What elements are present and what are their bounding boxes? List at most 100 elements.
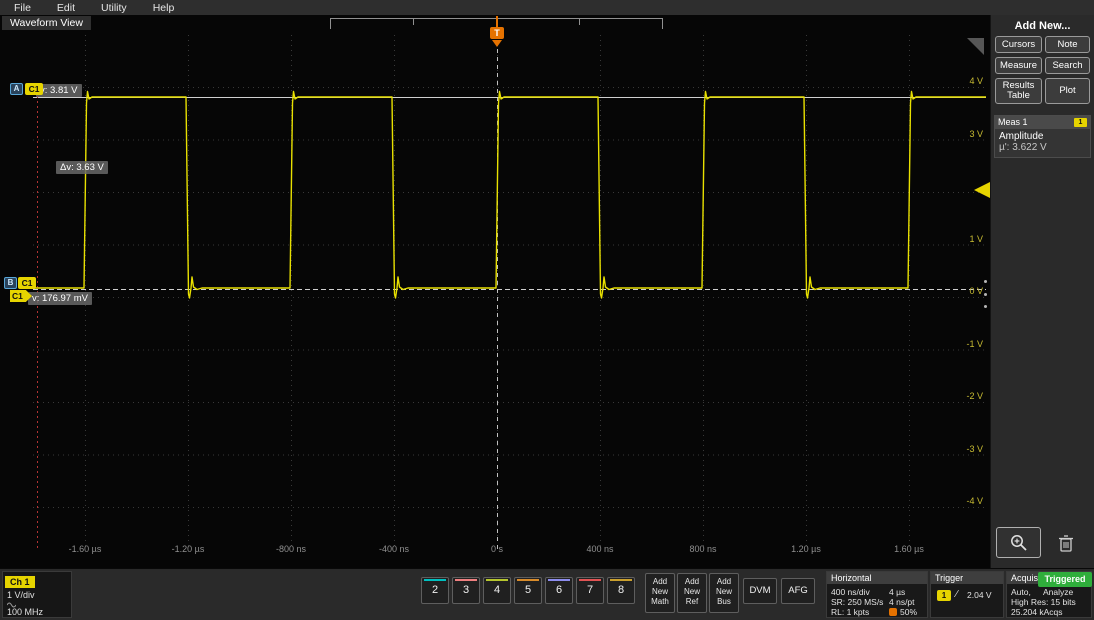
channel-8-color — [610, 579, 632, 581]
cursors-button[interactable]: Cursors — [995, 36, 1042, 53]
magnifier-icon — [1009, 533, 1029, 553]
channel-8-label: 8 — [618, 584, 624, 596]
add-math-line1: Add — [646, 577, 674, 587]
dvm-button[interactable]: DVM — [743, 578, 777, 604]
horizontal-window: 4 µs — [889, 587, 905, 597]
x-axis-label: 0 s — [462, 544, 532, 554]
trigger-level-arrow[interactable] — [974, 182, 990, 198]
graticule — [33, 35, 986, 549]
horizontal-badge-panel[interactable]: Horizontal 400 ns/div 4 µs SR: 250 MS/s … — [826, 571, 928, 618]
meas1-source-chip: 1 — [1074, 118, 1087, 127]
y-axis-label: -3 V — [966, 444, 983, 454]
x-axis-label: 1.60 µs — [874, 544, 944, 554]
channel-2-button[interactable]: 2 — [421, 577, 449, 604]
settings-bar: Ch 1 1 V/div 100 MHz 2 3 4 5 6 7 — [0, 568, 1094, 620]
note-button[interactable]: Note — [1045, 36, 1090, 53]
trigger-status-badge: Triggered — [1038, 572, 1092, 587]
channel-6-button[interactable]: 6 — [545, 577, 573, 604]
add-bus-line1: Add — [710, 577, 738, 587]
trigger-position-marker[interactable]: T — [490, 27, 504, 39]
cursor-b-channel-badge[interactable]: C1 — [18, 277, 36, 289]
channel-6-color — [548, 579, 570, 581]
horizontal-record-length: RL: 1 kpts — [831, 607, 869, 617]
waveform-plot[interactable] — [0, 15, 990, 568]
menu-file[interactable]: File — [14, 2, 31, 14]
meas1-body: Amplitude µ': 3.622 V — [995, 129, 1090, 157]
add-new-panel: Add New... Cursors Note Measure Search R… — [990, 15, 1094, 568]
acquisition-mode: Auto, — [1011, 587, 1031, 597]
ruler-tick — [330, 19, 331, 29]
measure-button[interactable]: Measure — [995, 57, 1042, 74]
add-math-line2: New — [646, 587, 674, 597]
ch1-trace[interactable] — [33, 92, 986, 299]
y-axis-label: -1 V — [966, 339, 983, 349]
menu-edit[interactable]: Edit — [57, 2, 75, 14]
trigger-title: Trigger — [931, 572, 1003, 584]
cursor-a-channel-badge[interactable]: C1 — [25, 83, 43, 95]
trigger-badge-panel[interactable]: Trigger 1 ∕ 2.04 V — [930, 571, 1004, 618]
channel-4-color — [486, 579, 508, 581]
channel-3-button[interactable]: 3 — [452, 577, 480, 604]
x-axis-label: -400 ns — [359, 544, 429, 554]
horizontal-position: 50% — [889, 607, 917, 617]
trash-button[interactable] — [1049, 529, 1083, 557]
channel-5-button[interactable]: 5 — [514, 577, 542, 604]
add-new-math-button[interactable]: Add New Math — [645, 573, 675, 613]
menu-utility[interactable]: Utility — [101, 2, 127, 14]
y-axis-label: 1 V — [969, 234, 983, 244]
x-axis-label: 400 ns — [565, 544, 635, 554]
afg-button[interactable]: AFG — [781, 578, 815, 604]
ruler-tick — [579, 19, 580, 25]
horizontal-scale: 400 ns/div — [831, 587, 870, 597]
ch1-scale: 1 V/div — [7, 590, 71, 600]
y-axis-label: 3 V — [969, 129, 983, 139]
y-axis-label: 4 V — [969, 76, 983, 86]
meas1-header: Meas 1 1 — [995, 116, 1090, 129]
channel-2-label: 2 — [432, 584, 438, 596]
plot-button[interactable]: Plot — [1045, 78, 1090, 104]
add-ref-line1: Add — [678, 577, 706, 587]
channel-8-button[interactable]: 8 — [607, 577, 635, 604]
channel-3-label: 3 — [463, 584, 469, 596]
channel-4-button[interactable]: 4 — [483, 577, 511, 604]
horizontal-position-icon — [889, 608, 897, 616]
horizontal-sample-rate: SR: 250 MS/s — [831, 597, 883, 607]
trigger-level: 2.04 V — [967, 590, 992, 600]
oscilloscope-app: File Edit Utility Help — [0, 0, 1094, 620]
meas1-mean: µ': 3.622 V — [999, 142, 1086, 153]
channel-5-label: 5 — [525, 584, 531, 596]
trash-icon — [1057, 533, 1075, 553]
horizontal-resolution: 4 ns/pt — [889, 597, 915, 607]
cursor-b-badge[interactable]: B — [4, 277, 17, 289]
x-axis-label: -800 ns — [256, 544, 326, 554]
waveform-view: Waveform View T 4 V 3 V 1 V 0 V -1 V -2 … — [0, 15, 990, 568]
y-axis-label: 0 V — [969, 286, 983, 296]
y-axis-label: -4 V — [966, 496, 983, 506]
cursor-delta-readout: Δv: 3.63 V — [56, 161, 108, 174]
panel-splitter-handle[interactable] — [983, 280, 988, 308]
horizontal-title: Horizontal — [827, 572, 927, 584]
menu-help[interactable]: Help — [153, 2, 175, 14]
channel-3-color — [455, 579, 477, 581]
results-table-button[interactable]: Results Table — [995, 78, 1042, 104]
meas1-badge-panel[interactable]: Meas 1 1 Amplitude µ': 3.622 V — [994, 115, 1091, 158]
coupling-icon — [7, 600, 71, 607]
menu-bar: File Edit Utility Help — [0, 0, 1094, 15]
x-axis-label: 800 ns — [668, 544, 738, 554]
cursor-a-badge[interactable]: A — [10, 83, 23, 95]
add-bus-line3: Bus — [710, 597, 738, 607]
ch1-badge-panel[interactable]: Ch 1 1 V/div 100 MHz — [2, 571, 72, 618]
channel-7-button[interactable]: 7 — [576, 577, 604, 604]
search-button[interactable]: Search — [1045, 57, 1090, 74]
zoom-mode-button[interactable] — [996, 527, 1041, 558]
waveform-view-tab[interactable]: Waveform View — [2, 16, 91, 30]
channel-7-color — [579, 579, 601, 581]
channel-6-label: 6 — [556, 584, 562, 596]
channel-5-color — [517, 579, 539, 581]
channel-4-label: 4 — [494, 584, 500, 596]
add-new-bus-button[interactable]: Add New Bus — [709, 573, 739, 613]
add-new-ref-button[interactable]: Add New Ref — [677, 573, 707, 613]
x-axis-label: -1.20 µs — [153, 544, 223, 554]
meas1-title: Meas 1 — [998, 117, 1028, 127]
ruler-tick — [413, 19, 414, 25]
